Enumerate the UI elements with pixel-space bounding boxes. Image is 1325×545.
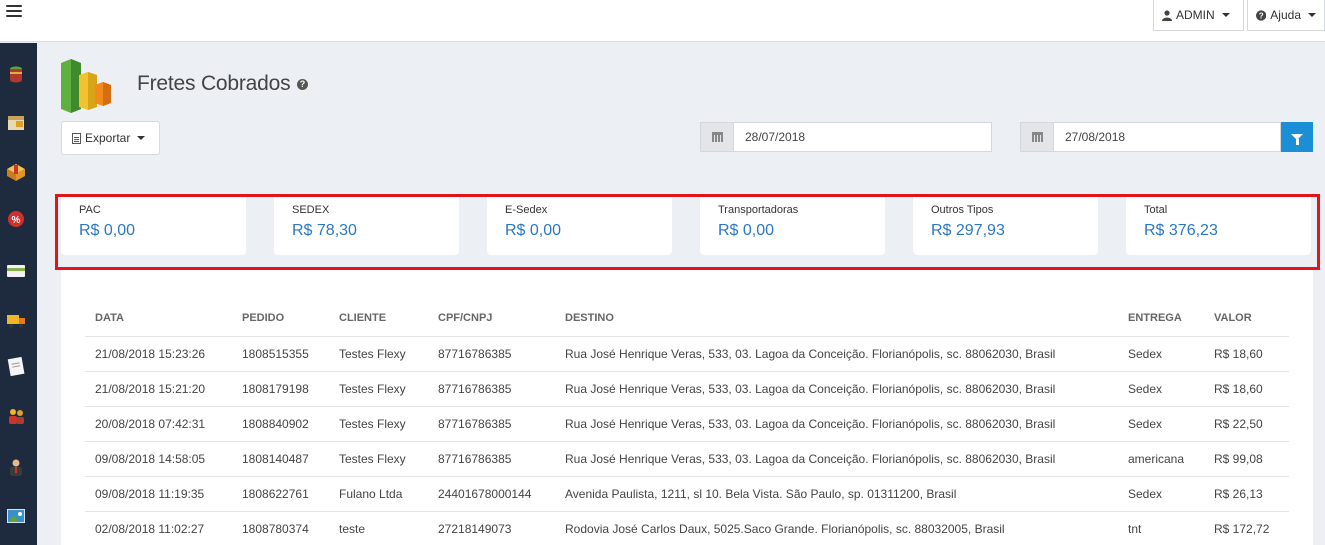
chevron-down-icon: [137, 136, 146, 140]
filter-icon: [1291, 134, 1303, 145]
cell-cliente: teste: [329, 510, 428, 545]
orders-table-panel: DATA PEDIDO CLIENTE CPF/CNPJ DESTINO ENT…: [61, 270, 1313, 545]
table-header-row: DATA PEDIDO CLIENTE CPF/CNPJ DESTINO ENT…: [85, 300, 1289, 336]
cell-cliente: Testes Flexy: [329, 335, 428, 371]
summary-highlight-frame: [55, 194, 1320, 270]
cell-destino: Rua José Henrique Veras, 533, 03. Lagoa …: [555, 405, 1118, 441]
date-from-input[interactable]: [733, 122, 992, 152]
help-icon[interactable]: ?: [297, 79, 308, 90]
svg-text:?: ?: [1259, 11, 1264, 20]
column-header-data[interactable]: DATA: [85, 300, 232, 336]
cell-data: 20/08/2018 07:42:31: [85, 405, 232, 441]
table-row[interactable]: 09/08/2018 11:19:35 1808622761 Fulano Lt…: [85, 475, 1289, 511]
cell-pedido: 1808622761: [232, 475, 329, 511]
file-text-icon: [72, 132, 81, 144]
sidebar-document-icon[interactable]: [5, 355, 27, 377]
calendar-icon[interactable]: [1020, 122, 1053, 152]
table-row[interactable]: 21/08/2018 15:23:26 1808515355 Testes Fl…: [85, 335, 1289, 371]
cell-cpf: 87716786385: [428, 370, 555, 406]
cell-cliente: Testes Flexy: [329, 405, 428, 441]
cell-valor: R$ 22,50: [1204, 405, 1289, 441]
cell-destino: Avenida Paulista, 1211, sl 10. Bela Vist…: [555, 475, 1118, 511]
column-header-valor[interactable]: VALOR: [1204, 300, 1289, 336]
question-circle-icon: ?: [1256, 9, 1267, 21]
table-row[interactable]: 09/08/2018 14:58:05 1808140487 Testes Fl…: [85, 440, 1289, 476]
cell-cliente: Fulano Ltda: [329, 475, 428, 511]
cell-pedido: 1808515355: [232, 335, 329, 371]
sidebar-user-icon[interactable]: [5, 456, 27, 478]
sidebar-card-icon[interactable]: [5, 260, 27, 282]
table-row[interactable]: 21/08/2018 15:21:20 1808179198 Testes Fl…: [85, 370, 1289, 406]
date-from-group: [700, 122, 992, 152]
chart-logo-icon: [61, 59, 111, 113]
sidebar-percent-icon[interactable]: %: [5, 208, 27, 230]
sidebar-database-icon[interactable]: [5, 63, 27, 85]
cell-pedido: 1808840902: [232, 405, 329, 441]
cell-destino: Rua José Henrique Veras, 533, 03. Lagoa …: [555, 440, 1118, 476]
column-header-destino[interactable]: DESTINO: [555, 300, 1118, 336]
cell-valor: R$ 172,72: [1204, 510, 1289, 545]
cell-entrega: americana: [1118, 440, 1204, 476]
cell-cpf: 87716786385: [428, 440, 555, 476]
cell-cliente: Testes Flexy: [329, 370, 428, 406]
cell-cpf: 87716786385: [428, 405, 555, 441]
chevron-down-icon: [1221, 13, 1230, 17]
cell-data: 21/08/2018 15:23:26: [85, 335, 232, 371]
export-label: Exportar: [85, 131, 131, 145]
help-label: Ajuda: [1270, 8, 1301, 22]
cell-data: 09/08/2018 14:58:05: [85, 440, 232, 476]
cell-entrega: Sedex: [1118, 475, 1204, 511]
cell-entrega: Sedex: [1118, 405, 1204, 441]
table-row[interactable]: 20/08/2018 07:42:31 1808840902 Testes Fl…: [85, 405, 1289, 441]
admin-label: ADMIN: [1176, 8, 1215, 22]
column-header-entrega[interactable]: ENTREGA: [1118, 300, 1204, 336]
cell-cliente: Testes Flexy: [329, 440, 428, 476]
orders-table: DATA PEDIDO CLIENTE CPF/CNPJ DESTINO ENT…: [85, 300, 1289, 545]
cell-data: 02/08/2018 11:02:27: [85, 510, 232, 545]
table-row[interactable]: 02/08/2018 11:02:27 1808780374 teste 272…: [85, 510, 1289, 545]
cell-pedido: 1808140487: [232, 440, 329, 476]
cell-data: 09/08/2018 11:19:35: [85, 475, 232, 511]
column-header-pedido[interactable]: PEDIDO: [232, 300, 329, 336]
cell-pedido: 1808780374: [232, 510, 329, 545]
column-header-cpf[interactable]: CPF/CNPJ: [428, 300, 555, 336]
sidebar: %: [0, 43, 37, 545]
export-button[interactable]: Exportar: [61, 121, 160, 155]
svg-text:%: %: [12, 215, 21, 226]
cell-destino: Rodovia José Carlos Daux, 5025.Saco Gran…: [555, 510, 1118, 545]
cell-destino: Rua José Henrique Veras, 533, 03. Lagoa …: [555, 370, 1118, 406]
filter-button[interactable]: [1281, 122, 1313, 152]
cell-data: 21/08/2018 15:21:20: [85, 370, 232, 406]
cell-valor: R$ 18,60: [1204, 335, 1289, 371]
calendar-icon[interactable]: [700, 122, 733, 152]
help-menu-button[interactable]: ? Ajuda: [1247, 0, 1325, 31]
column-header-cliente[interactable]: CLIENTE: [329, 300, 428, 336]
page-title: Fretes Cobrados: [137, 72, 291, 95]
cell-cpf: 87716786385: [428, 335, 555, 371]
cell-destino: Rua José Henrique Veras, 533, 03. Lagoa …: [555, 335, 1118, 371]
cell-cpf: 24401678000144: [428, 475, 555, 511]
date-to-group: [1020, 122, 1313, 152]
cell-entrega: Sedex: [1118, 370, 1204, 406]
cell-cpf: 27218149073: [428, 510, 555, 545]
admin-menu-button[interactable]: ADMIN: [1153, 0, 1244, 31]
cell-entrega: Sedex: [1118, 335, 1204, 371]
sidebar-truck-icon[interactable]: [5, 309, 27, 331]
cell-pedido: 1808179198: [232, 370, 329, 406]
date-to-input[interactable]: [1053, 122, 1281, 152]
cell-valor: R$ 99,08: [1204, 440, 1289, 476]
sidebar-users-icon[interactable]: [5, 405, 27, 427]
sidebar-package-icon[interactable]: [5, 161, 27, 183]
menu-icon[interactable]: [6, 5, 22, 19]
top-bar: ADMIN ? Ajuda: [0, 0, 1325, 42]
sidebar-image-icon[interactable]: [5, 505, 27, 527]
cell-entrega: tnt: [1118, 510, 1204, 545]
sidebar-box-icon[interactable]: [5, 112, 27, 134]
cell-valor: R$ 26,13: [1204, 475, 1289, 511]
chevron-down-icon: [1308, 13, 1316, 17]
cell-valor: R$ 18,60: [1204, 370, 1289, 406]
user-icon: [1162, 9, 1172, 21]
